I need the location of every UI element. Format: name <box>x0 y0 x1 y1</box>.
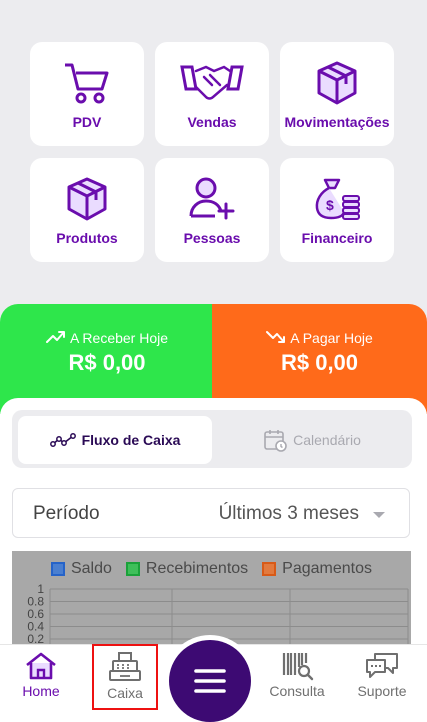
cart-icon <box>63 60 111 106</box>
tile-pessoas[interactable]: Pessoas <box>155 158 269 262</box>
box-icon <box>315 60 359 106</box>
menu-fab-button[interactable] <box>169 640 251 722</box>
tab-fluxo-de-caixa[interactable]: Fluxo de Caixa <box>18 416 212 464</box>
tile-vendas[interactable]: Vendas <box>155 42 269 146</box>
legend-swatch <box>50 562 65 576</box>
cashflow-chart: Saldo Recebimentos Pagamentos 1 0.8 0.6 0.4… <box>12 551 411 651</box>
money-bag-icon: $ <box>313 176 361 222</box>
legend-swatch <box>125 562 140 576</box>
tile-pdv[interactable]: PDV <box>30 42 144 146</box>
tab-label: Calendário <box>293 432 361 448</box>
nav-label: Home <box>22 683 60 699</box>
tile-movimentacoes[interactable]: Movimentações <box>280 42 394 146</box>
legend-item-pagamentos[interactable]: Pagamentos <box>262 560 372 578</box>
legend-swatch <box>262 562 277 576</box>
tile-label: PDV <box>72 114 102 130</box>
period-select[interactable]: Período Últimos 3 meses <box>12 488 410 538</box>
tile-produtos[interactable]: Produtos <box>30 158 144 262</box>
box-icon <box>65 176 109 222</box>
line-chart-icon <box>49 433 76 447</box>
tile-label: Movimentações <box>284 114 390 130</box>
tile-label: Financeiro <box>301 230 373 246</box>
chat-icon <box>366 653 398 678</box>
home-icon <box>26 652 56 680</box>
receber-label: A Receber Hoje <box>69 330 169 346</box>
nav-label: Consulta <box>269 683 325 699</box>
legend-label: Saldo <box>70 560 112 577</box>
handshake-icon <box>180 60 244 106</box>
tile-financeiro[interactable]: $ Financeiro <box>280 158 394 262</box>
receber-label-row: A Receber Hoje <box>0 330 214 346</box>
tab-calendario[interactable]: Calendário <box>218 416 406 464</box>
legend-label: Recebimentos <box>145 560 249 577</box>
tile-label: Produtos <box>56 230 118 246</box>
svg-text:$: $ <box>326 197 334 213</box>
receber-value: R$ 0,00 <box>68 350 146 375</box>
legend-item-saldo[interactable]: Saldo <box>50 560 112 578</box>
trending-down-icon <box>266 331 286 343</box>
period-value: Últimos 3 meses <box>218 503 359 524</box>
chart-legend: Saldo Recebimentos Pagamentos <box>12 560 411 578</box>
barcode-search-icon <box>282 653 314 681</box>
chevron-down-icon <box>373 512 385 518</box>
tile-label: Pessoas <box>183 230 241 246</box>
nav-home[interactable]: Home <box>1 651 81 699</box>
menu-icon <box>194 669 226 693</box>
selection-highlight <box>92 644 158 710</box>
nav-label: Suporte <box>357 683 407 699</box>
nav-suporte[interactable]: Suporte <box>342 651 422 699</box>
legend-item-recebimentos[interactable]: Recebimentos <box>125 560 249 578</box>
tile-label: Vendas <box>187 114 237 130</box>
calendar-icon <box>264 430 287 452</box>
pagar-label-row: A Pagar Hoje <box>212 330 427 346</box>
trending-up-icon <box>45 331 65 343</box>
pagar-label: A Pagar Hoje <box>290 330 373 346</box>
nav-consulta[interactable]: Consulta <box>257 651 337 699</box>
tab-label: Fluxo de Caixa <box>81 432 181 448</box>
person-add-icon <box>188 176 236 222</box>
pagar-value: R$ 0,00 <box>280 350 359 375</box>
legend-label: Pagamentos <box>282 560 373 577</box>
period-label: Período <box>33 503 100 524</box>
